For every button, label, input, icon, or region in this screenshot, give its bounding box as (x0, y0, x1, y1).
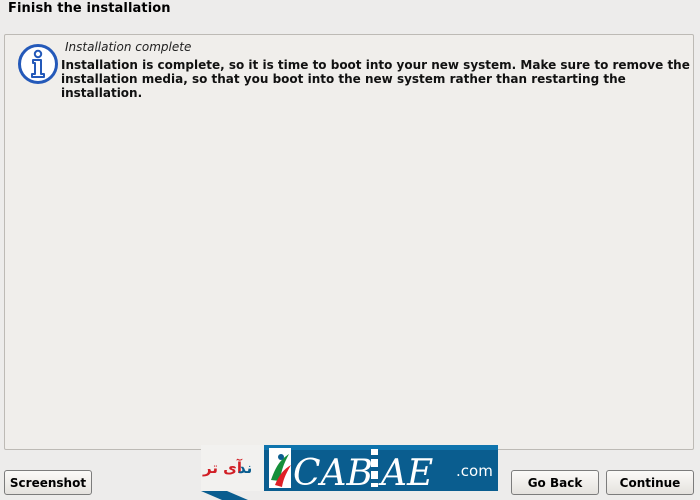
watermark-logo: آی تر ند CAB AE .com (201, 445, 498, 500)
svg-text:AE: AE (378, 453, 433, 494)
page-title: Finish the installation (8, 1, 171, 16)
svg-text:ند: ند (238, 459, 252, 477)
message-body: Installation is complete, so it is time … (61, 58, 690, 100)
svg-text:CAB: CAB (293, 453, 373, 494)
svg-text:.com: .com (456, 462, 493, 480)
svg-text:آی تر: آی تر (202, 459, 243, 477)
message-heading: Installation complete (65, 40, 192, 54)
info-icon (18, 44, 58, 84)
go-back-button[interactable]: Go Back (511, 470, 599, 495)
screenshot-button[interactable]: Screenshot (4, 470, 92, 495)
continue-button[interactable]: Continue (606, 470, 694, 495)
installation-message-panel: Installation complete Installation is co… (4, 34, 694, 450)
